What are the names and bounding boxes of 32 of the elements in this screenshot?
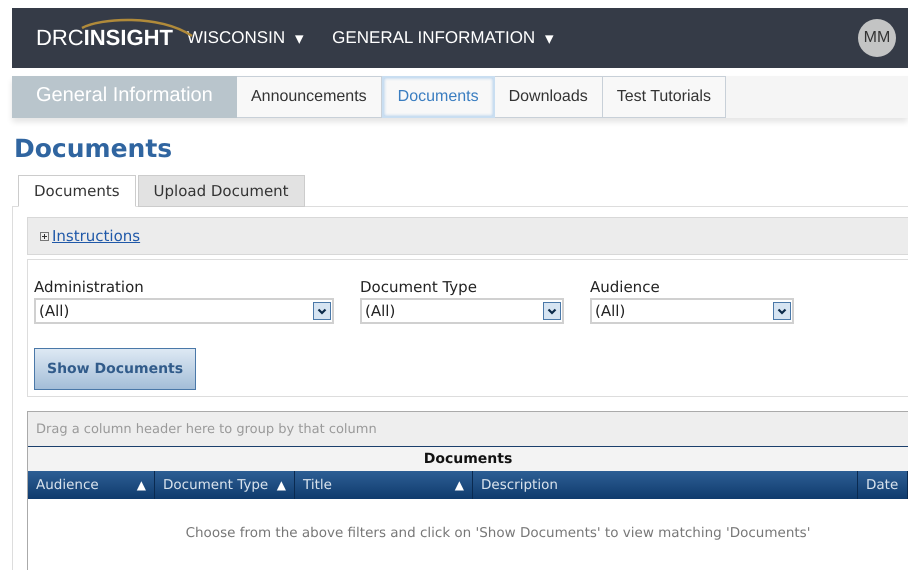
nav-tab[interactable]: Documents [382, 76, 495, 118]
nav-tab[interactable]: Announcements [237, 76, 382, 118]
nav-menu[interactable]: WISCONSIN ▾ [186, 28, 304, 48]
instructions-link[interactable]: Instructions [52, 227, 140, 245]
grid-caption: Documents [28, 447, 908, 471]
group-by-hint: Drag a column header here to group by that column [28, 412, 908, 447]
filter-label: Audience [590, 278, 661, 296]
chevron-down-icon[interactable] [313, 302, 331, 320]
column-header[interactable]: Audience ▲ [28, 471, 155, 499]
chevron-down-icon[interactable] [773, 302, 791, 320]
page-heading: Documents [14, 134, 174, 165]
column-header[interactable]: Title ▲ [295, 471, 473, 499]
logo: DRCINSIGHT [36, 18, 173, 58]
expand-icon[interactable] [40, 232, 49, 240]
dropdown[interactable]: (All) [590, 298, 794, 324]
section-title: General Information [12, 76, 237, 118]
chevron-down-icon[interactable] [543, 302, 561, 320]
nav-tab[interactable]: Test Tutorials [602, 76, 726, 118]
filter-label: Administration [34, 278, 145, 296]
column-header[interactable]: Document Type ▲ [155, 471, 295, 499]
tab[interactable]: Upload Document [138, 175, 305, 207]
column-header[interactable]: Description [473, 471, 858, 499]
show-documents-button[interactable]: Show Documents [34, 348, 196, 390]
user-avatar[interactable]: MM [858, 19, 896, 57]
column-header[interactable]: Date [858, 471, 908, 499]
tab[interactable]: Documents [18, 175, 136, 207]
empty-message: Choose from the above filters and click on 'Show Documents' to view matching 'Documents' [184, 525, 812, 541]
filter-label: Document Type [360, 278, 478, 296]
nav-menu[interactable]: GENERAL INFORMATION ▾ [332, 28, 554, 48]
nav-tab[interactable]: Downloads [494, 76, 603, 118]
dropdown[interactable]: (All) [360, 298, 564, 324]
dropdown[interactable]: (All) [34, 298, 334, 324]
